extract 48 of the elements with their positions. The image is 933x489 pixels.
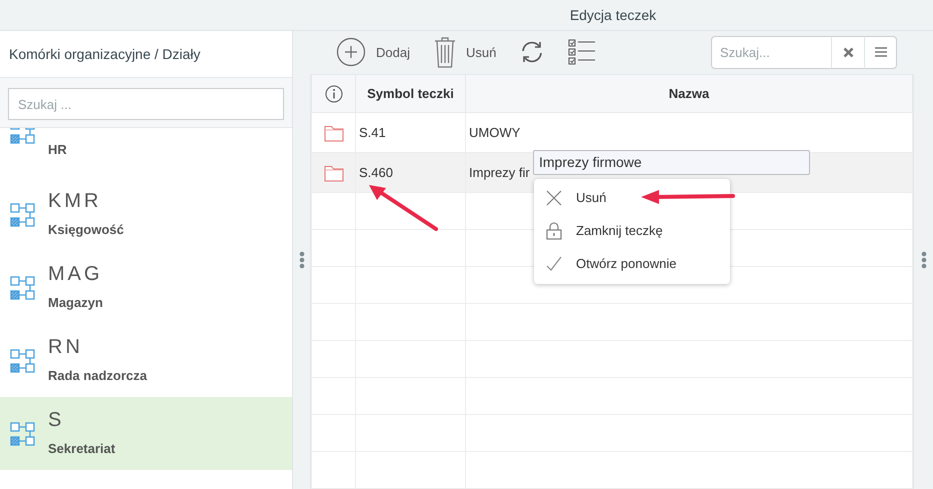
sidebar-item[interactable]: RN Rada nadzorcza xyxy=(0,324,292,397)
window-title: Edycja teczek xyxy=(568,6,658,25)
menu-item[interactable]: Zamknij teczkę xyxy=(534,214,730,248)
sidebar-item[interactable]: KMR Księgowość xyxy=(0,178,292,251)
search-field[interactable]: Szukaj... xyxy=(711,36,831,69)
org-unit-icon xyxy=(10,276,36,300)
splitter-handle[interactable] xyxy=(298,251,304,269)
unit-name: Księgowość xyxy=(48,220,124,239)
menu-icon xyxy=(874,47,886,58)
org-unit-icon xyxy=(10,422,36,446)
clear-button[interactable] xyxy=(831,36,864,69)
menu-button[interactable] xyxy=(864,36,897,69)
panel-title: Komórki organizacyjne / Działy xyxy=(9,44,200,64)
unit-name: Rada nadzorcza xyxy=(48,366,147,385)
unit-code: KMR xyxy=(48,190,102,212)
info-icon xyxy=(324,85,342,104)
menu-item[interactable]: Otwórz ponownie xyxy=(534,248,730,280)
lock-icon xyxy=(546,222,562,240)
check-icon xyxy=(546,256,562,272)
search-field[interactable]: Szukaj ... xyxy=(8,88,284,120)
splitter-handle[interactable] xyxy=(920,251,926,269)
annotation-arrow xyxy=(369,184,438,230)
add-icon xyxy=(336,37,366,68)
column-header[interactable]: Nazwa xyxy=(466,74,912,112)
close-icon xyxy=(842,46,854,58)
folder-icon xyxy=(324,164,344,182)
unit-code: RN xyxy=(48,336,84,358)
column-header[interactable]: Symbol teczki xyxy=(356,74,466,112)
close-icon xyxy=(546,190,562,206)
refresh-icon xyxy=(520,40,544,64)
org-unit-icon xyxy=(10,348,36,372)
menu-item[interactable]: Usuń xyxy=(534,182,730,214)
trash-icon xyxy=(434,36,456,68)
unit-code: S xyxy=(48,408,66,431)
unit-name: Magazyn xyxy=(48,294,103,312)
sidebar-item[interactable]: S Sekretariat xyxy=(0,397,292,470)
org-unit-icon xyxy=(10,202,36,226)
unit-name: HR xyxy=(48,141,67,159)
tooltip: Imprezy firmowe xyxy=(533,150,810,174)
sidebar-item[interactable]: MAG Magazyn xyxy=(0,251,292,324)
unit-name: Sekretariat xyxy=(48,440,116,458)
table-cell: S.460 xyxy=(356,152,466,192)
add-button[interactable]: Dodaj xyxy=(324,37,422,68)
sidebar-item[interactable]: HR xyxy=(0,128,292,178)
delete-button[interactable]: Usuń xyxy=(422,36,508,68)
checklist-icon xyxy=(568,38,596,66)
folder-icon xyxy=(324,124,344,142)
unit-code: MAG xyxy=(48,262,103,285)
